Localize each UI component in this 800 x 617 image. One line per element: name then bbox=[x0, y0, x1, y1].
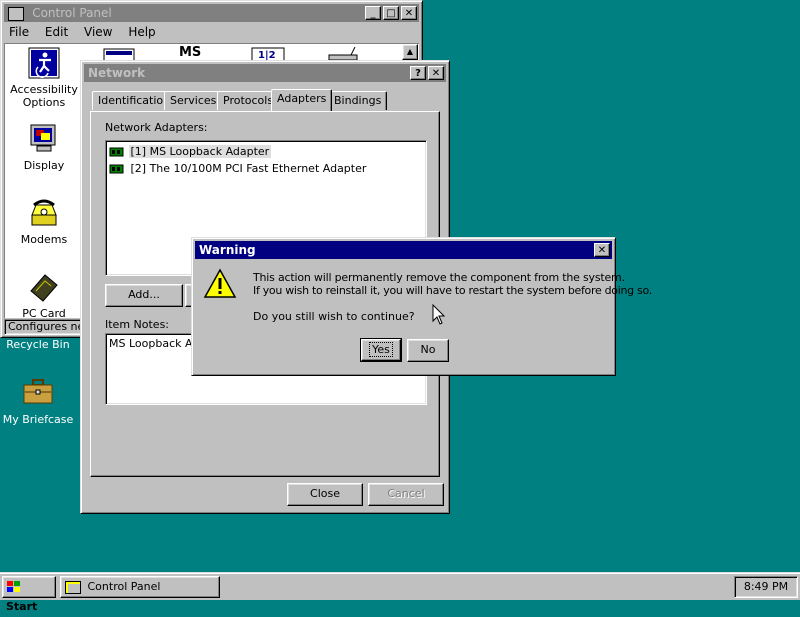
mouse-cursor-icon bbox=[432, 304, 446, 325]
task-label: Control Panel bbox=[87, 580, 161, 593]
clock[interactable]: 8:49 PM bbox=[744, 580, 788, 593]
pc-card-item[interactable]: PC Card bbox=[9, 271, 79, 317]
control-panel-title: Control Panel bbox=[32, 6, 112, 20]
warning-question: Do you still wish to continue? bbox=[253, 310, 415, 323]
network-titlebar[interactable]: Network ? ✕ bbox=[84, 64, 446, 82]
menu-file[interactable]: File bbox=[9, 25, 29, 39]
tab-services[interactable]: Services bbox=[164, 91, 223, 110]
system-tray: 8:49 PM bbox=[734, 576, 798, 598]
add-remove-item[interactable]: 1|2 bbox=[251, 47, 285, 62]
warning-icon bbox=[203, 268, 237, 298]
adapter-name: [2] The 10/100M PCI Fast Ethernet Adapte… bbox=[130, 162, 367, 175]
add-hardware-item[interactable] bbox=[103, 47, 135, 62]
add-button[interactable]: Add... bbox=[105, 284, 183, 307]
start-label: Start bbox=[6, 600, 38, 613]
maximize-button[interactable]: □ bbox=[383, 6, 399, 20]
windows-logo-icon bbox=[7, 581, 20, 592]
item-notes-label: Item Notes: bbox=[105, 318, 170, 331]
display-label: Display bbox=[23, 159, 65, 172]
taskbar: Start Control Panel 8:49 PM bbox=[0, 572, 800, 613]
warning-message-line2: If you wish to reinstall it, you will ha… bbox=[253, 284, 652, 297]
accessibility-label: Accessibility Options bbox=[10, 83, 78, 109]
menu-bar: File Edit View Help bbox=[9, 25, 168, 39]
warning-titlebar[interactable]: Warning ✕ bbox=[195, 241, 612, 259]
my-briefcase-label: My Briefcase bbox=[2, 413, 74, 426]
pc-card-label: PC Card bbox=[22, 307, 66, 317]
yes-button[interactable]: Yes bbox=[360, 338, 402, 362]
network-adapter-icon bbox=[109, 164, 124, 174]
modems-item[interactable]: Modems bbox=[9, 197, 79, 247]
recycle-bin-icon[interactable]: Recycle Bin bbox=[0, 338, 76, 351]
network-ok-close-button[interactable]: Close bbox=[287, 483, 363, 506]
briefcase-icon bbox=[23, 379, 53, 404]
msdos-item[interactable]: MS bbox=[179, 45, 211, 61]
warning-dialog: Warning ✕ This action will permanently r… bbox=[191, 237, 652, 376]
list-item[interactable]: [1] MS Loopback Adapter bbox=[109, 144, 272, 159]
msdos-icon: MS bbox=[179, 45, 202, 60]
pc-card-icon bbox=[30, 274, 58, 302]
scroll-up-button[interactable]: ▲ bbox=[402, 44, 418, 60]
network-close-button[interactable]: ✕ bbox=[428, 66, 444, 80]
network-adapter-icon bbox=[109, 147, 124, 157]
modems-label: Modems bbox=[20, 233, 68, 246]
warning-title: Warning bbox=[199, 243, 256, 257]
accessibility-icon bbox=[28, 47, 60, 79]
control-panel-titlebar[interactable]: Control Panel _ □ ✕ bbox=[4, 4, 419, 22]
item-notes-text: MS Loopback Ad bbox=[109, 337, 200, 350]
add-remove-icon: 1|2 bbox=[251, 47, 285, 62]
start-button[interactable]: Start bbox=[2, 576, 56, 613]
modems-icon bbox=[31, 199, 57, 226]
minimize-button[interactable]: _ bbox=[365, 6, 381, 20]
menu-view[interactable]: View bbox=[84, 25, 112, 39]
network-title: Network bbox=[88, 66, 146, 80]
network-item[interactable] bbox=[327, 46, 361, 61]
yes-label: Yes bbox=[369, 342, 393, 357]
menu-help[interactable]: Help bbox=[128, 25, 155, 39]
list-item[interactable]: [2] The 10/100M PCI Fast Ethernet Adapte… bbox=[109, 161, 368, 176]
network-cancel-button: Cancel bbox=[368, 483, 444, 506]
warning-close-button[interactable]: ✕ bbox=[594, 243, 610, 257]
add-hardware-icon bbox=[103, 48, 135, 62]
my-briefcase-icon[interactable]: My Briefcase bbox=[0, 378, 76, 426]
display-icon bbox=[30, 124, 56, 152]
help-button[interactable]: ? bbox=[410, 66, 426, 80]
control-panel-task-icon bbox=[65, 580, 81, 594]
control-panel-sysicon[interactable] bbox=[8, 6, 24, 21]
network-cable-icon bbox=[328, 46, 358, 61]
tab-bindings[interactable]: Bindings bbox=[328, 91, 388, 110]
adapters-label: Network Adapters: bbox=[105, 121, 208, 134]
tab-protocols[interactable]: Protocols bbox=[217, 91, 280, 110]
recycle-bin-label: Recycle Bin bbox=[6, 338, 70, 351]
no-button[interactable]: No bbox=[407, 339, 449, 362]
menu-edit[interactable]: Edit bbox=[45, 25, 68, 39]
warning-message-line1: This action will permanently remove the … bbox=[253, 271, 625, 284]
taskbar-control-panel-button[interactable]: Control Panel bbox=[60, 576, 220, 598]
accessibility-item[interactable]: Accessibility Options bbox=[9, 47, 79, 111]
close-button[interactable]: ✕ bbox=[401, 6, 417, 20]
display-item[interactable]: Display bbox=[9, 123, 79, 173]
tab-adapters[interactable]: Adapters bbox=[271, 89, 333, 111]
adapter-name: [1] MS Loopback Adapter bbox=[128, 145, 272, 158]
tab-strip: Identification Services Protocols Adapte… bbox=[90, 89, 440, 113]
